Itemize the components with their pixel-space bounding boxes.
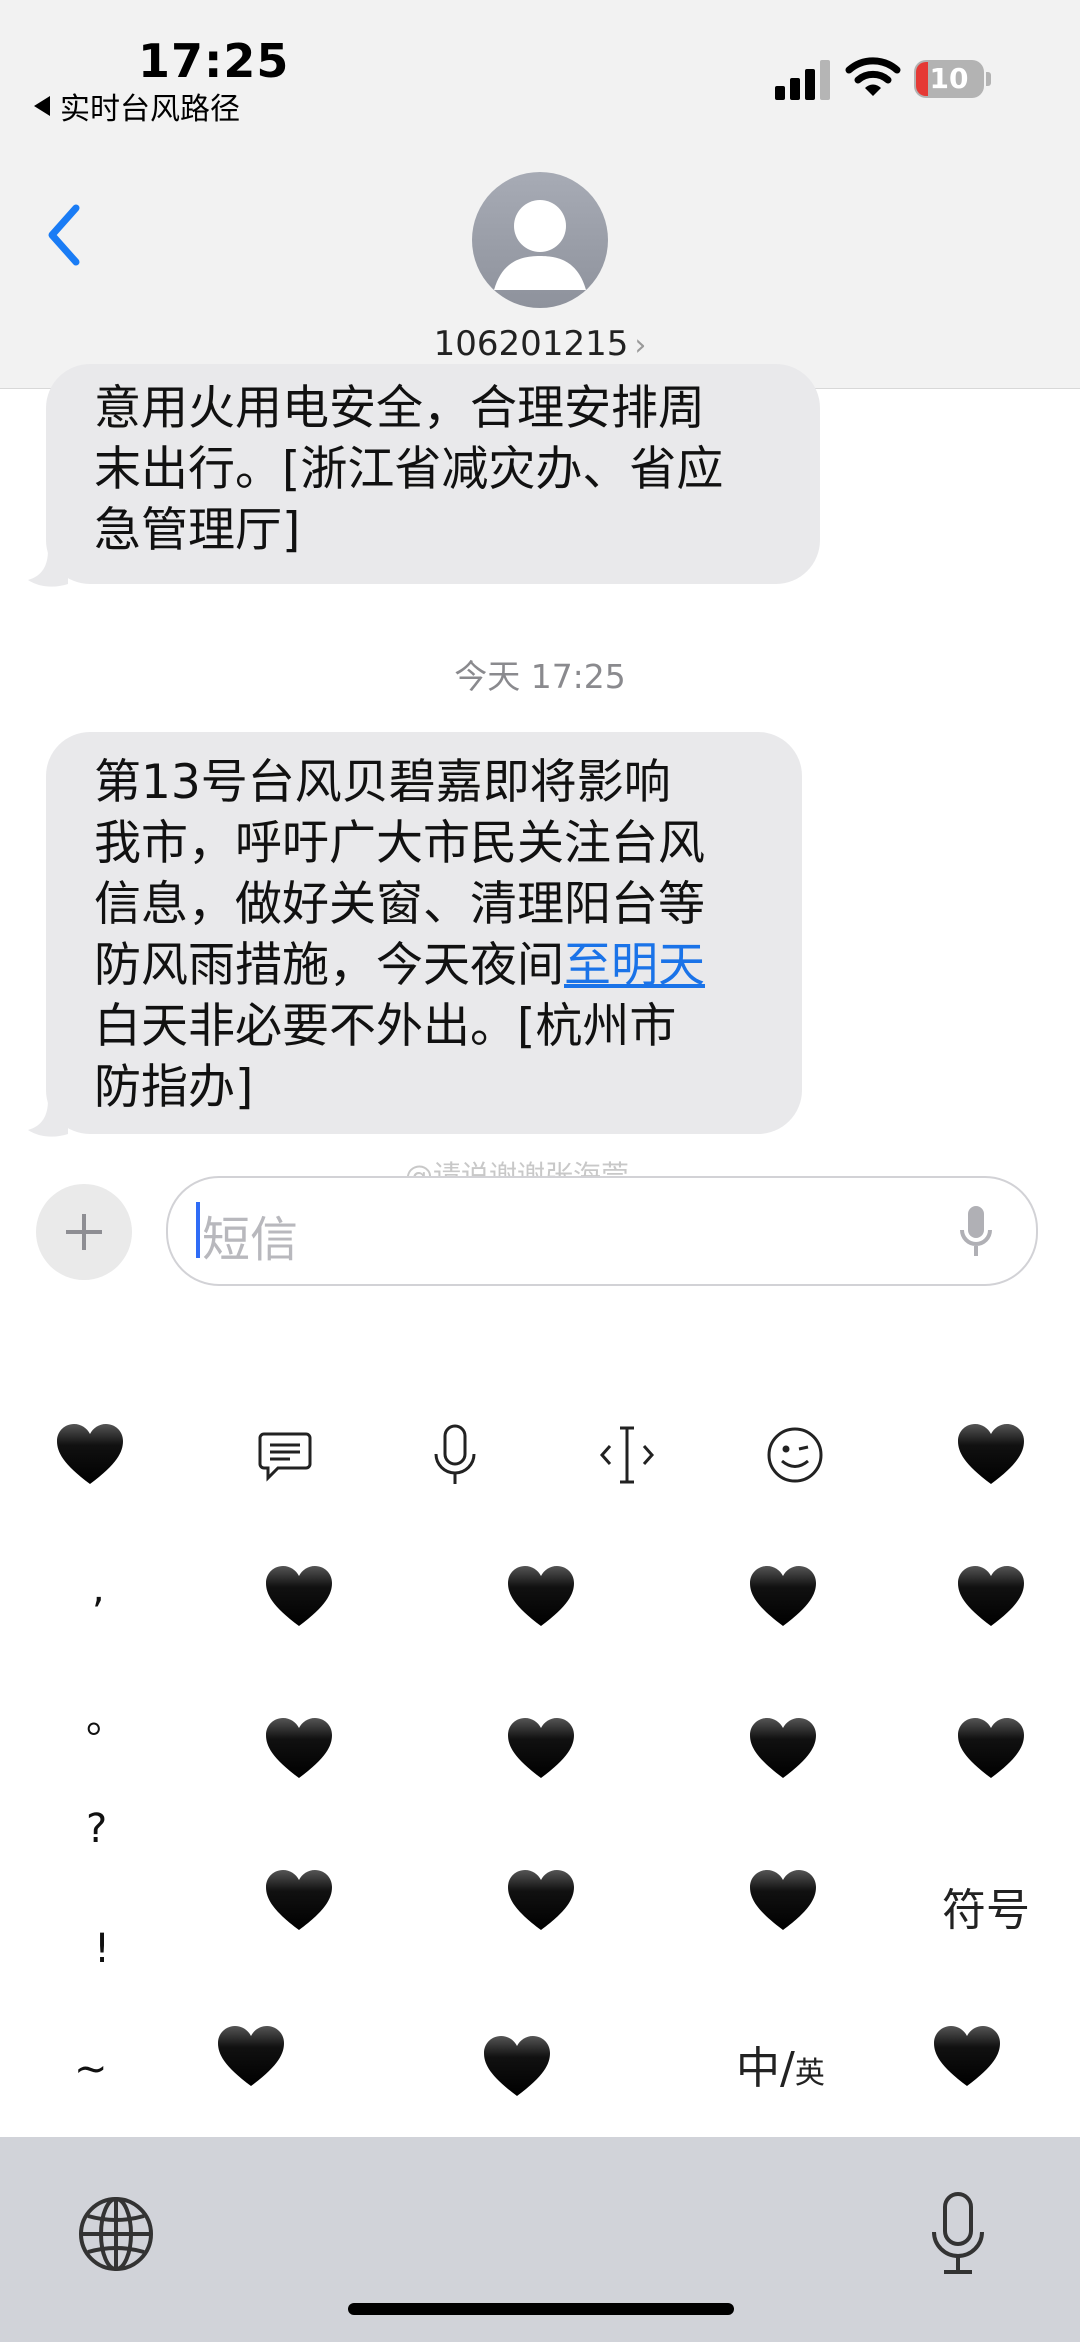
message-timestamp: 今天 17:25: [454, 657, 626, 696]
contact-avatar[interactable]: [472, 172, 608, 308]
heart-key[interactable]: [508, 1566, 574, 1628]
cellular-signal-icon: [775, 58, 831, 100]
language-switch-key[interactable]: 中/英: [736, 2032, 825, 2096]
heart-key[interactable]: [266, 1718, 332, 1780]
tilde-key[interactable]: ~: [74, 2046, 108, 2092]
message-bubble-previous[interactable]: 意用火用电安全，合理安排周 末出行。[浙江省减灾办、省应 急管理厅]: [46, 364, 820, 584]
back-app-label: 实时台风路径: [60, 92, 240, 127]
wifi-icon: [845, 57, 901, 96]
period-key[interactable]: 。: [86, 1686, 126, 1744]
heart-key[interactable]: [508, 1870, 574, 1932]
home-indicator[interactable]: [348, 2303, 734, 2315]
heart-key[interactable]: [218, 2026, 284, 2088]
heart-icon[interactable]: [57, 1424, 123, 1486]
message-text-previous: 意用火用电安全，合理安排周 末出行。[浙江省减灾办、省应 急管理厅]: [94, 381, 724, 558]
heart-icon[interactable]: [958, 1424, 1024, 1486]
status-time: 17:25: [138, 34, 290, 88]
contact-chevron-icon: ›: [634, 328, 647, 363]
language-main-label: 中/: [736, 2043, 795, 2094]
bubble-tail: [28, 1100, 68, 1137]
symbols-key[interactable]: 符号: [942, 1874, 1030, 1938]
globe-icon[interactable]: [76, 2194, 156, 2274]
voice-input-mic-icon[interactable]: [930, 2190, 986, 2280]
person-icon: [494, 200, 586, 290]
battery-level: 10: [929, 62, 969, 95]
add-attachment-button[interactable]: [36, 1184, 132, 1280]
heart-key[interactable]: [750, 1566, 816, 1628]
contact-number: 106201215: [433, 324, 629, 364]
heart-key[interactable]: [958, 1566, 1024, 1628]
heart-key[interactable]: [750, 1718, 816, 1780]
message-text-current: 第13号台风贝碧嘉即将影响 我市，呼吁广大市民关注台风 信息，做好关窗、清理阳台…: [94, 752, 705, 1118]
battery-tip: [986, 72, 991, 86]
emoji-icon[interactable]: [766, 1426, 824, 1484]
heart-key[interactable]: [750, 1870, 816, 1932]
bubble-tail: [28, 550, 68, 587]
message-placeholder: 短信: [202, 1212, 299, 1268]
exclamation-key[interactable]: !: [94, 1926, 110, 1972]
heart-key[interactable]: [266, 1566, 332, 1628]
heart-key[interactable]: [266, 1870, 332, 1932]
back-triangle-icon: [34, 96, 50, 116]
date-link[interactable]: 至明天: [564, 938, 705, 993]
heart-key[interactable]: [484, 2036, 550, 2098]
question-key[interactable]: ?: [86, 1806, 107, 1852]
back-to-app-link[interactable]: 实时台风路径: [34, 84, 240, 128]
comma-key[interactable]: ,: [92, 1566, 105, 1612]
contact-name[interactable]: 106201215 ›: [0, 324, 1080, 364]
chat-icon[interactable]: [258, 1430, 312, 1482]
heart-key[interactable]: [958, 1718, 1024, 1780]
back-chevron-icon[interactable]: [40, 200, 90, 270]
heart-key[interactable]: [508, 1718, 574, 1780]
message-bubble-current[interactable]: 第13号台风贝碧嘉即将影响 我市，呼吁广大市民关注台风 信息，做好关窗、清理阳台…: [46, 732, 802, 1134]
language-sub-label: 英: [794, 2056, 825, 2091]
text-caret: [196, 1202, 200, 1258]
heart-key[interactable]: [934, 2026, 1000, 2088]
battery-icon: 10: [914, 60, 984, 98]
message-text-part: 白天非必要不外出。[杭州市 防指办]: [94, 999, 677, 1115]
cursor-icon[interactable]: [598, 1424, 656, 1486]
mic-icon[interactable]: [432, 1424, 478, 1488]
dictation-mic-icon[interactable]: [958, 1204, 994, 1260]
